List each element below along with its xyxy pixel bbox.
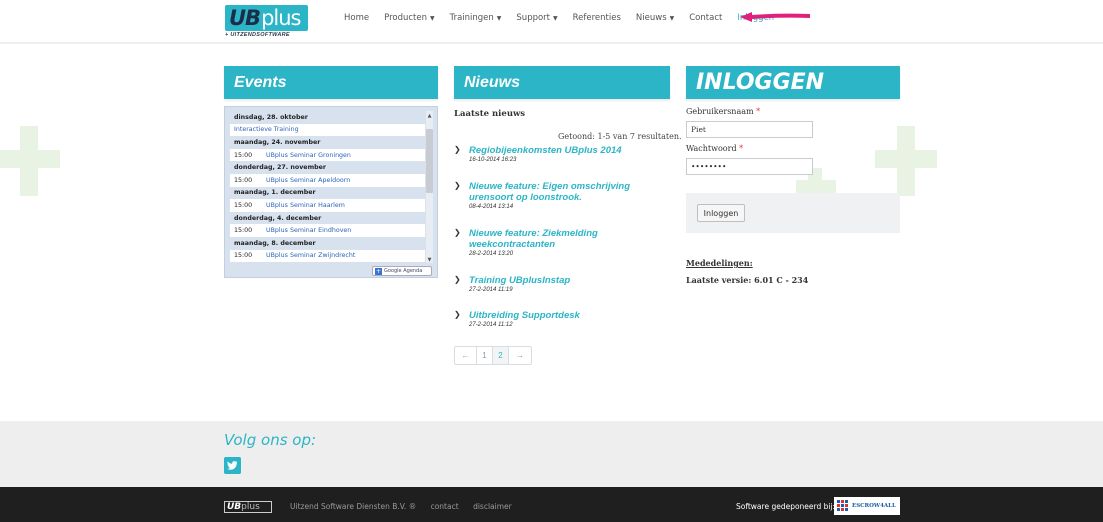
news-result-count: Getoond: 1-5 van 7 resultaten. [558, 132, 682, 141]
news-item-date: 28-2-2014 13:20 [469, 251, 514, 257]
calendar-day: dinsdag, 28. oktober [230, 111, 425, 124]
google-agenda-button[interactable]: + Google Agenda [372, 266, 432, 276]
footer-company: Uitzend Software Diensten B.V. ® [290, 502, 417, 511]
calendar-day: maandag, 1. december [230, 186, 425, 200]
news-item-date: 27-2-2014 11:12 [469, 322, 513, 328]
caret-down-icon: ▼ [430, 15, 435, 22]
mededelingen-heading: Mededelingen: [686, 258, 753, 268]
news-item: ❯ Uitbreiding Supportdesk 27-2-2014 11:1… [454, 310, 674, 328]
news-item-title[interactable]: Nieuwe feature: Eigen omschrijving urens… [469, 181, 674, 203]
nav-contact[interactable]: Contact [689, 13, 722, 23]
pager-next-button[interactable]: → [509, 347, 531, 364]
escrow-brand: ESCROW4ALL [852, 503, 896, 509]
calendar-day: maandag, 8. december [230, 236, 425, 250]
pager-page-2[interactable]: 2 [493, 347, 509, 364]
nav-trainingen[interactable]: Trainingen ▼ [450, 13, 502, 23]
required-mark: * [756, 107, 761, 116]
events-title: Events [224, 66, 438, 99]
nieuws-title: Nieuws [454, 66, 670, 99]
news-subtitle: Laatste nieuws [454, 109, 526, 119]
chevron-down-icon: ❯ [454, 228, 461, 237]
news-item-date: 27-2-2014 11:19 [469, 287, 513, 293]
calendar-day: maandag, 24. november [230, 136, 425, 149]
news-item-title[interactable]: Nieuwe feature: Ziekmelding weekcontract… [469, 228, 674, 250]
news-item-title[interactable]: Regiobijeenkomsten UBplus 2014 [469, 145, 674, 156]
nav-support[interactable]: Support ▼ [516, 13, 557, 23]
news-item-title[interactable]: Uitbreiding Supportdesk [469, 310, 674, 321]
decorative-plus-icon [875, 126, 937, 196]
footer-logo-plus: plus [241, 502, 260, 512]
calendar-scrollbar[interactable]: ▲ ▼ [426, 111, 433, 263]
login-title: INLOGGEN [686, 66, 900, 99]
calendar-event[interactable]: 15:00 UBplus Seminar Zwijndrecht [230, 249, 425, 263]
escrow-text: Software gedeponeerd bij: [736, 502, 836, 511]
footer-disclaimer-link[interactable]: disclaimer [473, 502, 512, 511]
pager-page-1[interactable]: 1 [477, 347, 493, 364]
calendar-day: donderdag, 4. december [230, 211, 425, 225]
site-header: UB plus + UITZENDSOFTWARE Home Producten… [0, 0, 1103, 44]
nav-referenties[interactable]: Referenties [573, 13, 621, 23]
scroll-up-icon[interactable]: ▲ [426, 113, 433, 119]
logo-tagline: + UITZENDSOFTWARE [225, 32, 290, 38]
chevron-down-icon: ❯ [454, 275, 461, 284]
news-item-title[interactable]: Training UBplusInstap [469, 275, 674, 286]
calendar-event[interactable]: 15:00 UBplus Seminar Haarlem [230, 199, 425, 212]
decorative-plus-icon [0, 126, 60, 196]
calendar-event[interactable]: 15:00 UBplus Seminar Eindhoven [230, 224, 425, 237]
logo-plus-text: plus [261, 6, 301, 30]
calendar-event[interactable]: 15:00 UBplus Seminar Groningen [230, 148, 425, 162]
caret-down-icon: ▼ [553, 15, 558, 22]
password-input[interactable] [686, 158, 813, 175]
calendar-event[interactable]: Interactieve Training [230, 123, 425, 137]
ubplus-logo[interactable]: UB plus + UITZENDSOFTWARE [225, 5, 308, 40]
latest-version-text: Laatste versie: 6.01 C - 234 [686, 275, 809, 285]
chevron-down-icon: ❯ [454, 310, 461, 319]
calendar-day: donderdag, 27. november [230, 161, 425, 174]
news-item: ❯ Regiobijeenkomsten UBplus 2014 16-10-2… [454, 145, 674, 163]
twitter-icon[interactable] [224, 457, 241, 474]
follow-title: Volg ons op: [224, 431, 317, 449]
footer-links: Uitzend Software Diensten B.V. ® contact… [290, 502, 524, 511]
footer-contact-link[interactable]: contact [431, 502, 459, 511]
news-item: ❯ Training UBplusInstap 27-2-2014 11:19 [454, 275, 674, 293]
calendar-event[interactable]: 15:00 UBplus Seminar Apeldoorn [230, 173, 425, 187]
calendar-list: dinsdag, 28. oktober Interactieve Traini… [230, 111, 425, 263]
footer-logo[interactable]: UB plus [224, 501, 272, 513]
chevron-down-icon: ❯ [454, 145, 461, 154]
news-item: ❯ Nieuwe feature: Ziekmelding weekcontra… [454, 228, 674, 257]
escrow-mark-icon [837, 500, 848, 511]
news-item-date: 08-4-2014 13:14 [469, 204, 514, 210]
caret-down-icon: ▼ [496, 15, 502, 22]
password-label: Wachtwoord * [686, 144, 744, 153]
follow-section [0, 421, 1103, 487]
nav-producten[interactable]: Producten ▼ [384, 13, 435, 23]
news-pagination: ← 1 2 → [454, 346, 532, 365]
nav-nieuws[interactable]: Nieuws ▼ [636, 13, 674, 23]
required-mark: * [739, 144, 744, 153]
scrollbar-thumb[interactable] [426, 129, 433, 193]
footer-logo-ub: UB [227, 502, 242, 512]
scroll-down-icon[interactable]: ▼ [426, 257, 433, 263]
login-button[interactable]: Inloggen [697, 204, 745, 222]
pager-prev-button[interactable]: ← [455, 347, 477, 364]
news-item-date: 16-10-2014 16:23 [469, 157, 517, 163]
escrow-logo[interactable]: ESCROW4ALL [834, 497, 900, 515]
chevron-down-icon: ❯ [454, 181, 461, 190]
logo-ub-text: UB [229, 6, 261, 30]
plus-icon: + [375, 267, 382, 275]
arrow-annotation-icon [740, 12, 810, 22]
main-nav: Home Producten ▼ Trainingen ▼ Support ▼ Ref… [344, 13, 789, 23]
nav-home[interactable]: Home [344, 13, 369, 23]
username-input[interactable] [686, 121, 813, 138]
google-agenda-label: Google Agenda [384, 268, 423, 274]
caret-down-icon: ▼ [669, 15, 675, 22]
username-label: Gebruikersnaam * [686, 107, 761, 116]
site-footer [0, 487, 1103, 522]
news-item: ❯ Nieuwe feature: Eigen omschrijving ure… [454, 181, 674, 210]
calendar-widget: dinsdag, 28. oktober Interactieve Traini… [224, 106, 438, 278]
